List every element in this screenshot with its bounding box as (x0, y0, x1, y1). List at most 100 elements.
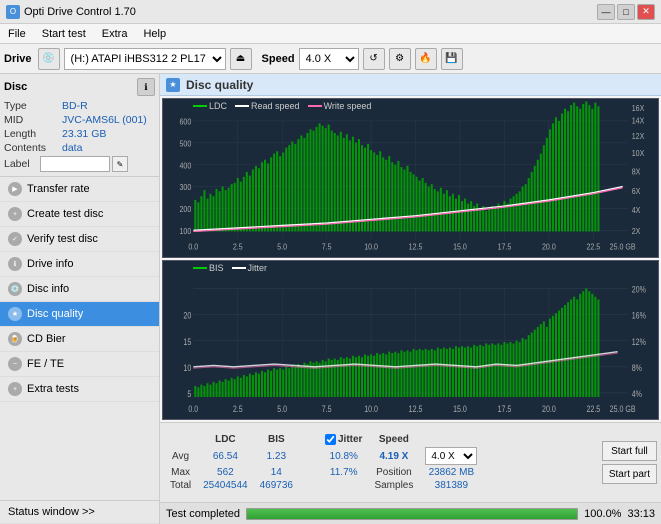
type-value: BD-R (62, 100, 88, 112)
drive-icon-btn[interactable]: 💿 (38, 48, 60, 70)
start-full-button[interactable]: Start full (602, 441, 657, 461)
max-ldc: 562 (197, 466, 254, 479)
avg-jitter: 10.8% (319, 446, 368, 466)
sidebar-item-cd-bier[interactable]: 🍺 CD Bier (0, 327, 159, 352)
burn-button[interactable]: 🔥 (415, 48, 437, 70)
svg-text:7.5: 7.5 (322, 403, 332, 414)
disc-quality-header-icon: ★ (166, 78, 180, 92)
settings-button[interactable]: ⚙ (389, 48, 411, 70)
jitter-legend: Jitter (248, 263, 268, 273)
svg-text:5: 5 (187, 388, 191, 399)
svg-text:10.0: 10.0 (364, 403, 378, 414)
label-edit-button[interactable]: ✎ (112, 156, 128, 172)
sidebar-item-disc-info[interactable]: 💿 Disc info (0, 277, 159, 302)
type-label: Type (4, 100, 62, 112)
save-button[interactable]: 💾 (441, 48, 463, 70)
drive-toolbar: Drive 💿 (H:) ATAPI iHBS312 2 PL17 ⏏ Spee… (0, 44, 661, 74)
svg-text:8X: 8X (632, 167, 641, 177)
jitter-header-label: Jitter (338, 434, 362, 445)
eject-button[interactable]: ⏏ (230, 48, 252, 70)
status-window-label: Status window >> (8, 506, 95, 518)
minimize-button[interactable]: — (597, 4, 615, 20)
sidebar-item-fe-te[interactable]: ~ FE / TE (0, 352, 159, 377)
extra-tests-icon: + (8, 382, 22, 396)
svg-text:0.0: 0.0 (188, 242, 198, 252)
write-speed-legend: Write speed (324, 101, 372, 111)
disc-quality-title: Disc quality (186, 78, 253, 92)
disc-quality-label: Disc quality (27, 308, 83, 320)
start-part-button[interactable]: Start part (602, 464, 657, 484)
svg-text:5.0: 5.0 (277, 403, 287, 414)
svg-text:10.0: 10.0 (364, 242, 378, 252)
contents-label: Contents (4, 142, 62, 154)
speed-label: Speed (262, 53, 295, 65)
verify-test-disc-icon: ✓ (8, 232, 22, 246)
progress-bar-fill (247, 509, 577, 519)
svg-text:20.0: 20.0 (542, 242, 556, 252)
nav-items: ▶ Transfer rate + Create test disc ✓ Ver… (0, 177, 159, 402)
disc-info-nav-icon: 💿 (8, 282, 22, 296)
svg-text:2.5: 2.5 (233, 403, 243, 414)
svg-text:12X: 12X (632, 131, 645, 141)
avg-bis: 1.23 (254, 446, 299, 466)
sidebar-item-disc-quality[interactable]: ★ Disc quality (0, 302, 159, 327)
length-label: Length (4, 128, 62, 140)
disc-info-icon[interactable]: ℹ (137, 78, 155, 96)
status-window-button[interactable]: Status window >> (0, 501, 159, 524)
svg-text:20%: 20% (632, 283, 647, 294)
svg-text:16%: 16% (632, 310, 647, 321)
upper-chart: LDC Read speed Write speed 100 2 (162, 98, 659, 258)
bis-legend: BIS (209, 263, 224, 273)
ldc-legend: LDC (209, 101, 227, 111)
svg-text:0.0: 0.0 (188, 403, 198, 414)
close-button[interactable]: ✕ (637, 4, 655, 20)
drive-select[interactable]: (H:) ATAPI iHBS312 2 PL17 (64, 48, 226, 70)
max-label: Max (164, 466, 197, 479)
drive-info-icon: ℹ (8, 257, 22, 271)
col-jitter-header: Jitter (319, 433, 368, 446)
svg-text:10X: 10X (632, 149, 645, 159)
sidebar-item-extra-tests[interactable]: + Extra tests (0, 377, 159, 402)
sidebar-item-verify-test-disc[interactable]: ✓ Verify test disc (0, 227, 159, 252)
disc-section-label: Disc (4, 81, 27, 93)
maximize-button[interactable]: □ (617, 4, 635, 20)
svg-text:17.5: 17.5 (498, 242, 512, 252)
menubar: File Start test Extra Help (0, 24, 661, 44)
speed-select[interactable]: 4.0 X (299, 48, 359, 70)
sidebar-item-drive-info[interactable]: ℹ Drive info (0, 252, 159, 277)
disc-quality-icon: ★ (8, 307, 22, 321)
status-text: Test completed (166, 508, 240, 520)
speed-select-stats[interactable]: 4.0 X (425, 447, 477, 465)
jitter-checkbox[interactable] (325, 434, 336, 445)
mid-label: MID (4, 114, 62, 126)
read-speed-legend: Read speed (251, 101, 300, 111)
disc-section: Disc ℹ Type BD-R MID JVC-AMS6L (001) Len… (0, 74, 159, 177)
svg-text:20.0: 20.0 (542, 403, 556, 414)
svg-text:5.0: 5.0 (277, 242, 287, 252)
upper-chart-legend: LDC Read speed Write speed (193, 101, 371, 111)
menu-help[interactable]: Help (139, 27, 170, 41)
disc-quality-header: ★ Disc quality (160, 74, 661, 96)
avg-speed: 4.19 X (368, 446, 419, 466)
svg-text:4X: 4X (632, 206, 641, 216)
lower-chart: BIS Jitter 5 10 15 20 4 (162, 260, 659, 420)
col-speed: Speed (368, 433, 419, 446)
menu-extra[interactable]: Extra (98, 27, 132, 41)
menu-start-test[interactable]: Start test (38, 27, 90, 41)
position-value: 23862 MB (419, 466, 483, 479)
refresh-button[interactable]: ↺ (363, 48, 385, 70)
svg-text:2.5: 2.5 (233, 242, 243, 252)
titlebar: O Opti Drive Control 1.70 — □ ✕ (0, 0, 661, 24)
samples-label: Samples (368, 479, 419, 492)
sidebar-item-transfer-rate[interactable]: ▶ Transfer rate (0, 177, 159, 202)
position-label: Position (368, 466, 419, 479)
drive-label: Drive (4, 53, 32, 65)
transfer-rate-label: Transfer rate (27, 183, 90, 195)
start-buttons: Start full Start part (602, 441, 657, 484)
total-ldc: 25404544 (197, 479, 254, 492)
menu-file[interactable]: File (4, 27, 30, 41)
label-input[interactable] (40, 156, 110, 172)
length-value: 23.31 GB (62, 128, 106, 140)
sidebar-item-create-test-disc[interactable]: + Create test disc (0, 202, 159, 227)
svg-text:20: 20 (183, 310, 191, 321)
